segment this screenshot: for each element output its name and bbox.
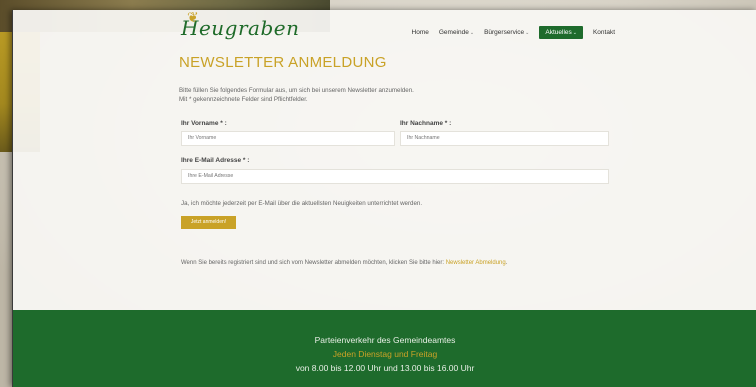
firstname-label: Ihr Vorname * : [181,120,227,127]
nav-label: Kontakt [592,29,615,36]
email-label: Ihre E-Mail Adresse * : [181,157,250,164]
subscribe-button[interactable]: Jetzt anmelden! [181,216,236,229]
unsubscribe-period: . [505,260,508,266]
wheat-icon: ❦ [187,10,200,26]
main-content: NEWSLETTER ANMELDUNG Bitte füllen Sie fo… [179,54,619,104]
nav-item-home[interactable]: Home [412,29,429,36]
email-input[interactable] [181,169,609,184]
lastname-input[interactable] [400,131,609,146]
nav-label: Gemeinde [438,29,469,36]
nav-label: Aktuelles [545,29,572,36]
site-footer: Parteienverkehr des Gemeindeamtes Jeden … [13,310,756,387]
chevron-down-icon: ⌄ [572,30,577,36]
unsubscribe-row: Wenn Sie bereits registriert sind und si… [181,260,507,266]
main-nav: Home Gemeinde⌄ Bürgerservice⌄ Aktuelles⌄… [412,26,615,39]
chevron-down-icon: ⌄ [525,30,530,36]
consent-text: Ja, ich möchte jederzeit per E-Mail über… [181,200,423,207]
office-hours-days: Jeden Dienstag und Freitag [332,349,438,359]
nav-item-aktuelles[interactable]: Aktuelles⌄ [539,26,583,39]
nav-label: Home [411,29,429,36]
chevron-down-icon: ⌄ [469,30,475,36]
unsubscribe-text: Wenn Sie bereits registriert sind und si… [181,260,445,266]
browser-page: ❦ Heugraben Home Gemeinde⌄ Bürgerservice… [12,10,756,387]
nav-label: Bürgerservice [484,29,525,36]
intro-text: Bitte füllen Sie folgendes Formular aus,… [179,87,414,94]
site-logo[interactable]: ❦ Heugraben [181,10,299,40]
unsubscribe-link[interactable]: Newsletter Abmeldung [446,260,506,266]
lastname-label: Ihr Nachname * : [400,120,452,127]
nav-item-gemeinde[interactable]: Gemeinde⌄ [439,29,474,36]
site-header: ❦ Heugraben Home Gemeinde⌄ Bürgerservice… [13,10,756,52]
required-note: Mit * gekennzeichnete Felder sind Pflich… [179,96,308,103]
nav-item-kontakt[interactable]: Kontakt [593,29,615,36]
page-title: NEWSLETTER ANMELDUNG [179,54,387,71]
office-hours-times: von 8.00 bis 12.00 Uhr und 13.00 bis 16.… [295,363,475,373]
firstname-input[interactable] [181,131,395,146]
office-hours-title: Parteienverkehr des Gemeindeamtes [314,335,456,345]
nav-item-buergerservice[interactable]: Bürgerservice⌄ [484,29,529,36]
